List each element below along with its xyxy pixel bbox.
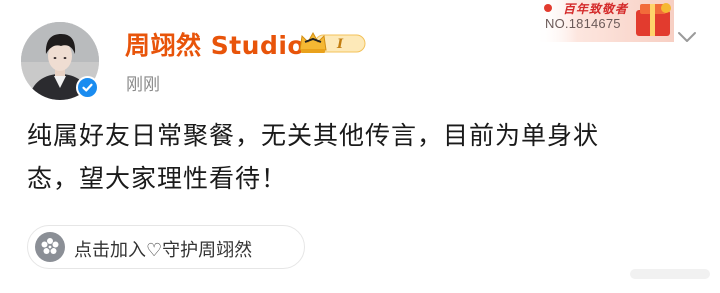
gift-icon xyxy=(636,3,671,36)
vip-level-text: I xyxy=(336,37,344,52)
fan-badge-number: NO.1814675 xyxy=(545,16,621,31)
super-topic-button[interactable]: 点击加入♡守护周翊然 xyxy=(27,225,305,269)
watermark xyxy=(630,269,710,279)
chevron-down-icon[interactable] xyxy=(676,30,698,44)
post-content: 纯属好友日常聚餐，无关其他传言，目前为单身状 态，望大家理性看待！ xyxy=(27,114,697,200)
username[interactable]: 周翊然 Studio xyxy=(125,26,305,62)
verified-badge xyxy=(76,76,99,99)
fan-badge-title: 百年致敬者 xyxy=(563,2,629,16)
vip-badge[interactable]: I xyxy=(297,28,367,58)
checkmark-icon xyxy=(82,83,93,92)
weibo-post: 周翊然 Studio I 刚刚 百年致敬者 NO.1814675 纯属好友日常聚… xyxy=(0,0,720,293)
super-topic-label: 点击加入♡守护周翊然 xyxy=(74,240,253,261)
content-line: 态，望大家理性看待！ xyxy=(27,164,288,193)
flower-icon xyxy=(35,232,65,262)
content-line: 纯属好友日常聚餐，无关其他传言，目前为单身状 xyxy=(27,121,600,150)
post-timestamp: 刚刚 xyxy=(126,75,160,95)
